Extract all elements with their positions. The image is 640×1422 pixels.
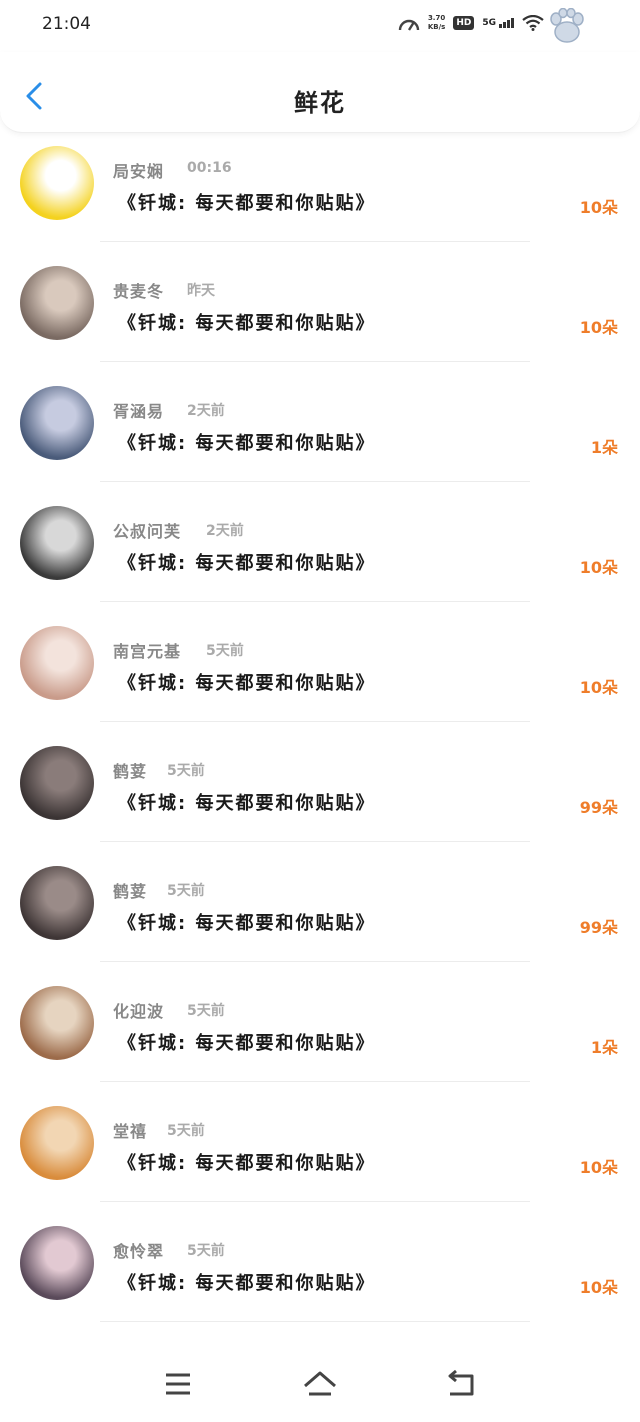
avatar[interactable] [20, 866, 94, 940]
page-title: 鲜花 [294, 89, 346, 117]
status-time: 21:04 [42, 14, 91, 34]
flower-amount: 10朵 [579, 198, 618, 217]
list-item[interactable]: 南宫元基 5天前 《钎城: 每天都要和你贴贴》 10朵 [0, 612, 640, 732]
avatar[interactable] [20, 626, 94, 700]
divider [100, 601, 530, 602]
book-title: 《钎城: 每天都要和你贴贴》 [118, 193, 376, 214]
flower-amount: 10朵 [579, 318, 618, 337]
list-item[interactable]: 化迎波 5天前 《钎城: 每天都要和你贴贴》 1朵 [0, 972, 640, 1092]
timestamp: 00:16 [187, 160, 232, 176]
divider [100, 361, 530, 362]
list-item[interactable]: 贵麦冬 昨天 《钎城: 每天都要和你贴贴》 10朵 [0, 252, 640, 372]
book-title: 《钎城: 每天都要和你贴贴》 [118, 1033, 376, 1054]
book-title: 《钎城: 每天都要和你贴贴》 [118, 313, 376, 334]
sender-name: 公叔问芙 [113, 522, 182, 541]
book-title: 《钎城: 每天都要和你贴贴》 [118, 1273, 376, 1294]
book-title: 《钎城: 每天都要和你贴贴》 [118, 913, 376, 934]
sender-name: 鹤荽 [113, 762, 148, 781]
timestamp: 5天前 [167, 763, 205, 779]
sender-name: 局安娴 [113, 162, 165, 181]
network-label: 5G [482, 18, 496, 28]
header: 鲜花 [0, 52, 640, 133]
avatar[interactable] [20, 1106, 94, 1180]
back-icon[interactable] [442, 1366, 482, 1402]
divider [100, 961, 530, 962]
timestamp: 昨天 [187, 283, 215, 299]
divider [100, 841, 530, 842]
signal-icon: 5G [482, 18, 514, 28]
avatar[interactable] [20, 266, 94, 340]
net-speed-value: 3.70 [427, 14, 446, 22]
list-item[interactable]: 愈怜翠 5天前 《钎城: 每天都要和你贴贴》 10朵 [0, 1212, 640, 1332]
divider [100, 1201, 530, 1202]
hd-icon: HD [453, 16, 475, 30]
timestamp: 5天前 [187, 1003, 225, 1019]
menu-icon[interactable] [158, 1366, 198, 1402]
avatar[interactable] [20, 986, 94, 1060]
sender-name: 鹤荽 [113, 882, 148, 901]
timestamp: 5天前 [187, 1243, 225, 1259]
book-title: 《钎城: 每天都要和你贴贴》 [118, 1153, 376, 1174]
paw-avatar-icon[interactable] [548, 8, 586, 44]
sender-name: 堂禧 [113, 1122, 148, 1141]
avatar[interactable] [20, 746, 94, 820]
timestamp: 5天前 [206, 643, 244, 659]
book-title: 《钎城: 每天都要和你贴贴》 [118, 553, 376, 574]
book-title: 《钎城: 每天都要和你贴贴》 [118, 793, 376, 814]
divider [100, 721, 530, 722]
sender-name: 南宫元基 [113, 642, 182, 661]
list-item[interactable]: 鹤荽 5天前 《钎城: 每天都要和你贴贴》 99朵 [0, 732, 640, 852]
timestamp: 5天前 [167, 1123, 205, 1139]
book-title: 《钎城: 每天都要和你贴贴》 [118, 673, 376, 694]
sender-name: 胥涵易 [113, 402, 165, 421]
flower-amount: 10朵 [579, 1158, 618, 1177]
timestamp: 5天前 [167, 883, 205, 899]
divider [100, 241, 530, 242]
flower-amount: 99朵 [579, 918, 618, 937]
divider [100, 481, 530, 482]
flower-amount: 99朵 [579, 798, 618, 817]
flower-amount: 1朵 [590, 438, 618, 457]
flower-amount: 10朵 [579, 678, 618, 697]
avatar[interactable] [20, 386, 94, 460]
status-icons: 3.70 KB/s HD 5G [398, 14, 544, 32]
net-speed-unit: KB/s [427, 23, 446, 31]
avatar[interactable] [20, 146, 94, 220]
list-item[interactable]: 鹤荽 5天前 《钎城: 每天都要和你贴贴》 99朵 [0, 852, 640, 972]
sender-name: 化迎波 [113, 1002, 165, 1021]
status-bar: 21:04 3.70 KB/s HD 5G [0, 0, 640, 52]
divider [100, 1321, 530, 1322]
sender-name: 愈怜翠 [113, 1242, 165, 1261]
wifi-icon [522, 15, 544, 31]
divider [100, 1081, 530, 1082]
list-item[interactable]: 胥涵易 2天前 《钎城: 每天都要和你贴贴》 1朵 [0, 372, 640, 492]
list-item[interactable]: 公叔问芙 2天前 《钎城: 每天都要和你贴贴》 10朵 [0, 492, 640, 612]
flower-amount: 10朵 [579, 1278, 618, 1297]
book-title: 《钎城: 每天都要和你贴贴》 [118, 433, 376, 454]
net-speed: 3.70 KB/s [428, 14, 445, 32]
avatar[interactable] [20, 506, 94, 580]
avatar[interactable] [20, 1226, 94, 1300]
gift-list: 局安娴 00:16 《钎城: 每天都要和你贴贴》 10朵 贵麦冬 昨天 《钎城:… [0, 132, 640, 1332]
list-item[interactable]: 堂禧 5天前 《钎城: 每天都要和你贴贴》 10朵 [0, 1092, 640, 1212]
flower-amount: 1朵 [590, 1038, 618, 1057]
system-nav-bar [0, 1348, 640, 1422]
sender-name: 贵麦冬 [113, 282, 165, 301]
list-item[interactable]: 局安娴 00:16 《钎城: 每天都要和你贴贴》 10朵 [0, 132, 640, 252]
flower-amount: 10朵 [579, 558, 618, 577]
timestamp: 2天前 [206, 523, 244, 539]
home-icon[interactable] [300, 1366, 340, 1402]
speedometer-icon [398, 19, 420, 31]
timestamp: 2天前 [187, 403, 225, 419]
